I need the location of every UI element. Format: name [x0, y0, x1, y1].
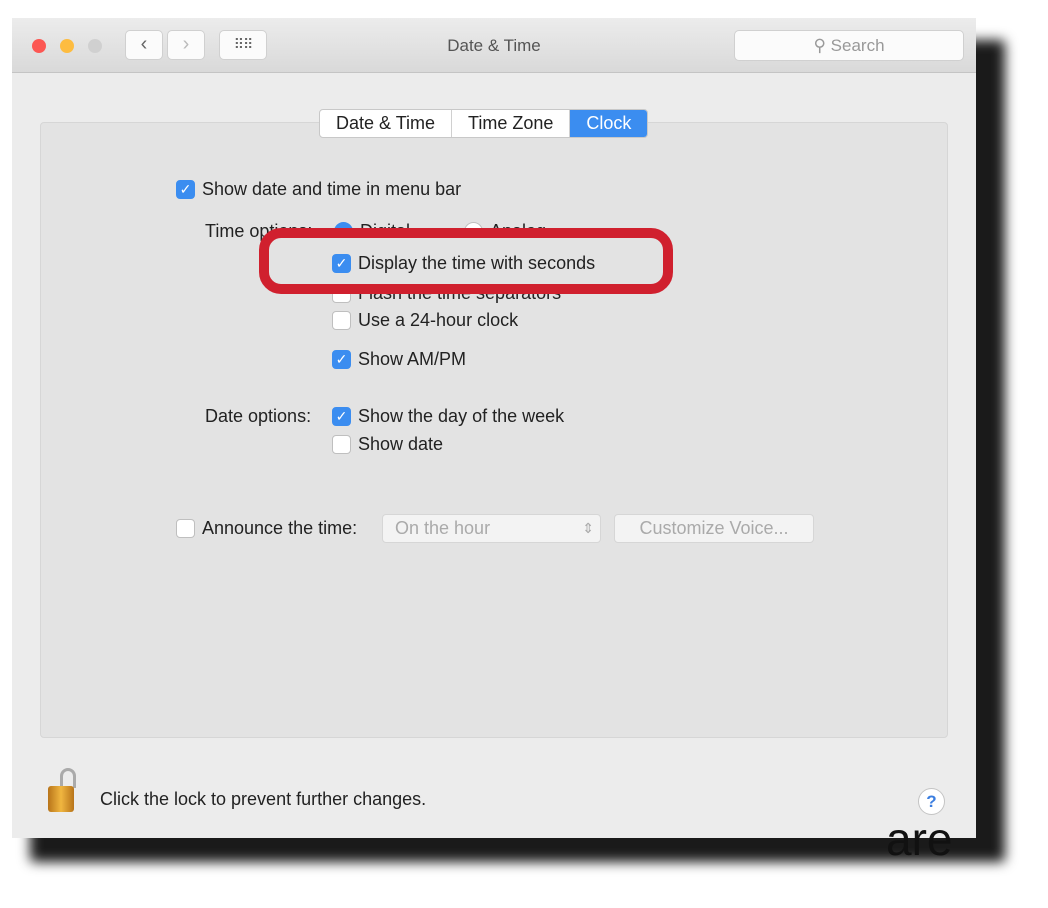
updown-chevron-icon: ⇕: [582, 520, 594, 536]
checkbox-label: Display the time with seconds: [358, 253, 596, 273]
display-seconds-checkbox[interactable]: ✓ Display the time with seconds: [332, 253, 595, 274]
search-field[interactable]: ⚲ Search: [734, 30, 964, 61]
search-placeholder: Search: [830, 36, 885, 55]
tab-clock[interactable]: Clock: [570, 110, 648, 137]
checkbox-icon: [176, 519, 195, 538]
checkbox-label: Use a 24-hour clock: [358, 310, 519, 330]
search-icon: ⚲: [813, 36, 831, 55]
customize-voice-button[interactable]: Customize Voice...: [614, 514, 814, 543]
show-ampm-checkbox[interactable]: ✓ Show AM/PM: [332, 349, 466, 370]
tab-date-time[interactable]: Date & Time: [320, 110, 453, 137]
show-in-menu-bar-checkbox[interactable]: ✓ Show date and time in menu bar: [176, 179, 461, 200]
overlay-text-fragment: are: [886, 813, 953, 865]
select-value: On the hour: [395, 518, 491, 538]
date-options-label: Date options:: [205, 406, 312, 426]
titlebar: ‹ › ⠿⠿ Date & Time ⚲ Search: [12, 18, 976, 73]
tab-time-zone[interactable]: Time Zone: [452, 110, 571, 137]
checkbox-label: Show date and time in menu bar: [202, 179, 462, 199]
lock-text: Click the lock to prevent further change…: [100, 789, 427, 809]
show-date-checkbox[interactable]: Show date: [332, 434, 443, 455]
announce-time-checkbox[interactable]: Announce the time:: [176, 518, 357, 539]
checkbox-label: Show AM/PM: [358, 349, 467, 369]
checkbox-checked-icon: ✓: [176, 180, 195, 199]
checkbox-label: Show date: [358, 434, 444, 454]
checkbox-checked-icon: ✓: [332, 350, 351, 369]
checkbox-icon: [332, 311, 351, 330]
checkbox-checked-icon: ✓: [332, 407, 351, 426]
checkbox-label: Show the day of the week: [358, 406, 565, 426]
show-day-checkbox[interactable]: ✓ Show the day of the week: [332, 406, 564, 427]
window: ‹ › ⠿⠿ Date & Time ⚲ Search Date & Time …: [12, 18, 976, 838]
help-button[interactable]: ?: [918, 788, 945, 815]
checkbox-label: Announce the time:: [202, 518, 358, 538]
checkbox-icon: [332, 435, 351, 454]
use-24h-checkbox[interactable]: Use a 24-hour clock: [332, 310, 518, 331]
tab-bar: Date & Time Time Zone Clock: [319, 109, 649, 138]
clock-panel: [40, 122, 948, 738]
announce-interval-select[interactable]: On the hour ⇕: [382, 514, 601, 543]
lock-icon[interactable]: [48, 768, 78, 812]
checkbox-checked-icon: ✓: [332, 254, 351, 273]
